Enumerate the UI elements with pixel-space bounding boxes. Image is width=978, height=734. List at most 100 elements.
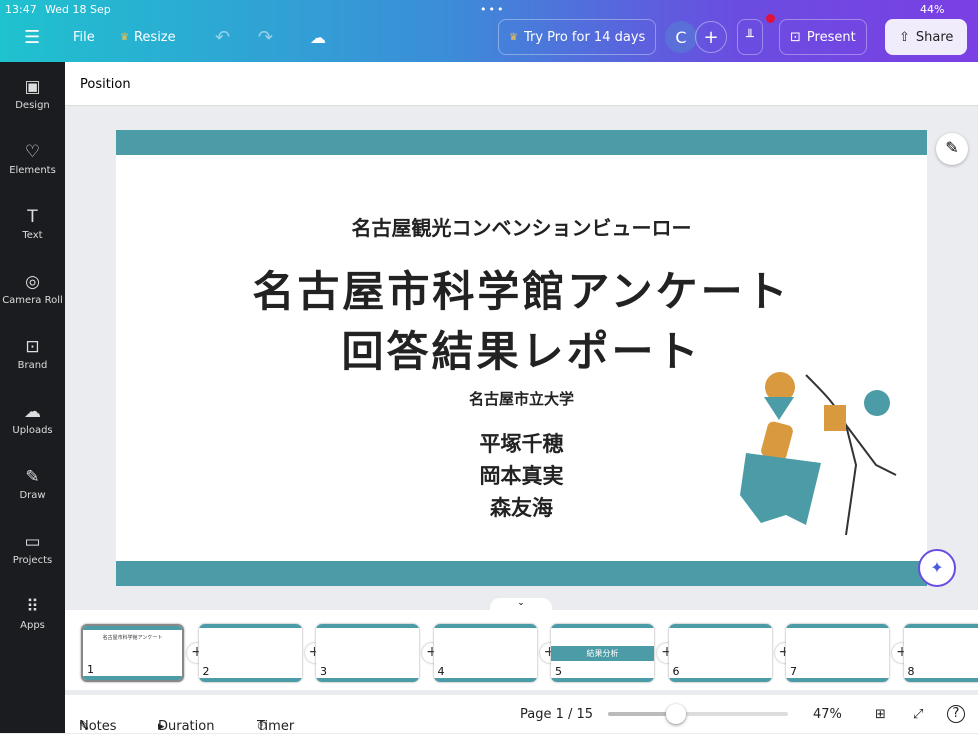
- sidebar-item-label: Text: [22, 230, 42, 241]
- sidebar-item-label: Draw: [19, 490, 45, 501]
- thumb-band: [904, 624, 978, 628]
- comment-add-icon[interactable]: ✎: [936, 133, 968, 165]
- page-thumbnail[interactable]: 2: [199, 624, 302, 682]
- slide-organization[interactable]: 名古屋観光コンベンションビューロー: [116, 212, 927, 241]
- add-collaborator-button[interactable]: +: [695, 21, 727, 53]
- crown-icon: ♛: [509, 32, 518, 43]
- apps-icon: ⠿: [26, 598, 38, 616]
- menu-icon[interactable]: ☰: [24, 19, 40, 55]
- thumb-title: 名古屋市科学館アンケート: [83, 634, 182, 641]
- thumb-band: [199, 678, 302, 682]
- page-number: 4: [438, 665, 445, 678]
- elements-icon: ♡: [25, 143, 40, 161]
- zoom-percent[interactable]: 47%: [813, 707, 842, 722]
- sidebar-item-uploads[interactable]: ☁Uploads: [0, 387, 65, 452]
- slide-top-band: [116, 130, 927, 155]
- battery-level: 44%: [920, 3, 944, 16]
- avatar[interactable]: C: [665, 21, 697, 53]
- multitask-dots-icon[interactable]: •••: [480, 3, 505, 16]
- sidebar-item-draw[interactable]: ✎ Draw: [0, 452, 65, 517]
- undo-icon[interactable]: ↶: [215, 19, 230, 55]
- sidebar-item-apps[interactable]: ⠿ Apps: [0, 582, 65, 647]
- page-thumbnail[interactable]: 8: [904, 624, 978, 682]
- magic-assistant-icon[interactable]: ✦: [918, 549, 956, 587]
- file-menu[interactable]: File: [73, 19, 95, 55]
- thumb-band: [786, 624, 889, 628]
- resize-button[interactable]: ♛ Resize: [120, 19, 176, 55]
- thumb-band: [904, 678, 978, 682]
- notification-dot: [766, 14, 775, 23]
- bottom-bar: ✎ Notes ▸ Duration ⏱ Timer Page 1 / 15 4…: [65, 695, 978, 733]
- share-label: Share: [916, 30, 954, 45]
- position-button[interactable]: Position: [80, 77, 131, 92]
- resize-label: Resize: [134, 30, 176, 45]
- brand-icon: ⊡: [25, 338, 39, 356]
- crown-icon: ♛: [120, 32, 129, 43]
- page-number: 8: [908, 665, 915, 678]
- draw-icon: ✎: [25, 468, 39, 486]
- text-icon: T: [27, 208, 37, 226]
- redo-icon[interactable]: ↷: [258, 19, 273, 55]
- thumb-title: 結果分析: [551, 646, 654, 661]
- thumb-band: [786, 678, 889, 682]
- present-label: Present: [807, 30, 856, 45]
- status-date: Wed 18 Sep: [45, 3, 111, 16]
- cloud-saved-icon[interactable]: ☁: [310, 19, 326, 55]
- sidebar-item-projects[interactable]: ▭ Projects: [0, 517, 65, 582]
- thumb-band: [316, 678, 419, 682]
- page-thumbnail[interactable]: 結果分析 5: [551, 624, 654, 682]
- notes-label: Notes: [79, 719, 117, 734]
- design-icon: ▣: [24, 78, 40, 96]
- slide-canvas[interactable]: 名古屋観光コンベンションビューロー 名古屋市科学館アンケート 回答結果レポート …: [116, 130, 927, 586]
- top-bar: 13:47 Wed 18 Sep ••• 44% ☰ File ♛Resize …: [0, 0, 978, 62]
- zoom-slider-handle[interactable]: [666, 704, 686, 724]
- page-number: 5: [555, 665, 562, 678]
- zoom-slider[interactable]: [608, 712, 788, 716]
- page-number: 2: [203, 665, 210, 678]
- sidebar-item-text[interactable]: T Text: [0, 192, 65, 257]
- page-number: 3: [320, 665, 327, 678]
- projects-icon: ▭: [24, 533, 40, 551]
- page-thumbnail[interactable]: 7: [786, 624, 889, 682]
- thumb-band: [316, 624, 419, 628]
- thumb-band: [434, 678, 537, 682]
- position-bar: Position: [65, 62, 978, 106]
- try-pro-button[interactable]: ♛ Try Pro for 14 days: [498, 19, 656, 55]
- sidebar-item-label: Elements: [9, 165, 56, 176]
- sidebar-item-camera-roll[interactable]: ◎Camera Roll: [0, 257, 65, 322]
- present-button[interactable]: ⊡ Present: [779, 19, 867, 55]
- page-number: 1: [87, 663, 94, 676]
- share-icon: ⇧: [899, 30, 910, 45]
- sidebar-item-brand[interactable]: ⊡ Brand: [0, 322, 65, 387]
- present-icon: ⊡: [790, 30, 801, 45]
- sidebar-item-label: Design: [15, 100, 50, 111]
- sidebar-item-label: Apps: [20, 620, 45, 631]
- timer-label: Timer: [257, 719, 294, 734]
- duration-label: Duration: [158, 719, 214, 734]
- page-thumbnail[interactable]: 3: [316, 624, 419, 682]
- page-thumbnail[interactable]: 名古屋市科学館アンケート 1: [81, 624, 184, 682]
- slide-title-line1[interactable]: 名古屋市科学館アンケート: [116, 258, 927, 319]
- page-number: 6: [673, 665, 680, 678]
- insights-chart-icon[interactable]: ╨: [737, 19, 763, 55]
- thumb-band: [669, 678, 772, 682]
- page-indicator[interactable]: Page 1 / 15: [520, 707, 593, 722]
- sidebar-item-design[interactable]: ▣ Design: [0, 62, 65, 127]
- page-thumbnail[interactable]: 4: [434, 624, 537, 682]
- sidebar-item-label: Projects: [13, 555, 52, 566]
- try-pro-label: Try Pro for 14 days: [524, 30, 645, 45]
- sidebar-item-label: Brand: [18, 360, 48, 371]
- thumb-band: [551, 624, 654, 628]
- page-number: 7: [790, 665, 797, 678]
- fullscreen-icon[interactable]: ⤢: [913, 707, 923, 722]
- slide-bottom-band: [116, 561, 927, 586]
- thumb-band: [83, 626, 182, 630]
- sidebar-item-label: Uploads: [12, 425, 52, 436]
- page-thumbnail[interactable]: 6: [669, 624, 772, 682]
- share-button[interactable]: ⇧ Share: [885, 19, 967, 55]
- thumb-band: [199, 624, 302, 628]
- sidebar-item-elements[interactable]: ♡ Elements: [0, 127, 65, 192]
- grid-view-icon[interactable]: ⊞: [875, 707, 886, 722]
- person-shapes-illustration[interactable]: [736, 365, 906, 555]
- help-icon[interactable]: ?: [947, 705, 965, 723]
